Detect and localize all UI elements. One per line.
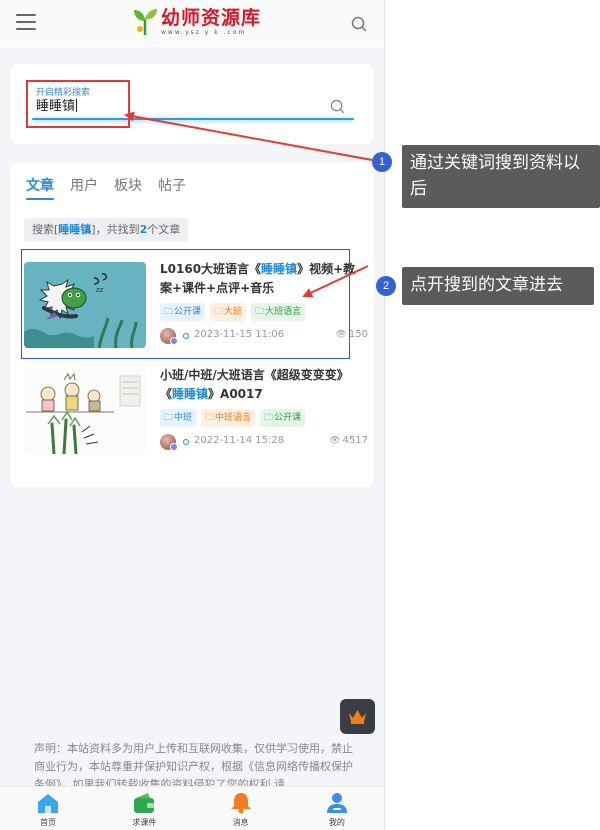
bottom-tab-bar: 首页 求课件 消息 我的 [0, 786, 384, 830]
article-thumbnail[interactable] [24, 368, 146, 454]
verified-badge-icon [170, 443, 178, 451]
tabbar-label: 消息 [232, 818, 249, 827]
top-header: 幼师资源库 www.ysz y k .com [0, 0, 384, 47]
folder-icon: 🗀 [205, 413, 215, 423]
tabbar-label: 我的 [328, 818, 345, 827]
folder-icon: 🗀 [164, 413, 174, 423]
article-meta: 2022-11-14 15:28 👁 4517 [160, 434, 368, 451]
tab-users[interactable]: 用户 [70, 176, 98, 200]
views-count: 4517 [342, 435, 368, 446]
logo-name: 幼师资源库 [161, 7, 262, 29]
tabbar-item-profile[interactable]: 我的 [289, 787, 384, 830]
eye-icon: 👁 [329, 436, 341, 446]
article-date: 2022-11-14 15:28 [194, 435, 285, 446]
result-tabs: 文章 用户 板块 帖子 [26, 176, 202, 200]
search-highlight-box [26, 80, 130, 128]
time-dot-icon [183, 439, 189, 445]
article-highlight-box [21, 249, 350, 359]
article-title[interactable]: 小班/中班/大班语言《超级变变变》《睡睡镇》A0017 [160, 366, 365, 404]
result-summary: 搜索[睡睡镇]，共找到2个文章 [24, 218, 189, 242]
tabbar-label: 求课件 [132, 818, 157, 827]
tab-articles[interactable]: 文章 [26, 176, 54, 200]
annotation-number: 2 [376, 276, 396, 296]
views-count: 150 [348, 329, 368, 340]
tag-label: 中班语言 [215, 413, 252, 423]
crown-icon [349, 710, 366, 724]
search-icon[interactable] [351, 16, 367, 32]
summary-keyword: 睡睡镇 [58, 223, 92, 236]
home-icon [38, 794, 59, 813]
tabbar-item-request[interactable]: 求课件 [96, 787, 192, 830]
tabbar-label: 首页 [40, 818, 57, 827]
tag[interactable]: 🗀中班 [160, 409, 197, 427]
article-tags: 🗀中班 🗀中班语言 🗀公开课 [160, 409, 310, 427]
tag-label: 中班 [174, 413, 193, 423]
mobile-viewport: 幼师资源库 www.ysz y k .com 开启精彩搜索 睡睡镇 文章 用户 … [0, 0, 385, 830]
sprout-logo-icon [134, 9, 157, 36]
article-title-text: 》A0017 [208, 387, 263, 401]
annotation-number: 1 [372, 152, 392, 172]
menu-icon[interactable] [16, 14, 36, 32]
user-icon [326, 793, 347, 813]
tabbar-item-home[interactable]: 首页 [0, 787, 96, 830]
folder-icon: 🗀 [264, 413, 274, 423]
annotation-callout: 点开搜到的文章进去 [402, 267, 594, 305]
search-card: 开启精彩搜索 睡睡镇 [10, 64, 374, 144]
bell-icon [230, 793, 251, 814]
tab-posts[interactable]: 帖子 [158, 176, 186, 200]
tag-label: 公开课 [274, 413, 302, 423]
article-title-keyword: 睡睡镇 [172, 387, 209, 401]
article-item[interactable]: 小班/中班/大班语言《超级变变变》《睡睡镇》A0017 🗀中班 🗀中班语言 🗀公… [24, 366, 368, 466]
wallet-icon [134, 793, 155, 813]
tabbar-item-messages[interactable]: 消息 [193, 787, 289, 830]
summary-prefix: 搜索[ [32, 223, 59, 236]
tag[interactable]: 🗀中班语言 [201, 409, 256, 427]
site-logo[interactable]: 幼师资源库 www.ysz y k .com [132, 7, 261, 41]
summary-middle: ]，共找到 [91, 223, 140, 236]
article-views: 👁 4517 [329, 435, 368, 446]
logo-url: www.ysz y k .com [161, 29, 247, 36]
vip-float-button[interactable] [340, 699, 375, 734]
tab-sections[interactable]: 板块 [114, 176, 142, 200]
search-submit-icon[interactable] [330, 99, 345, 114]
tag[interactable]: 🗀公开课 [260, 409, 306, 427]
summary-suffix: 个文章 [147, 223, 181, 236]
annotation-callout: 通过关键词搜到资料以后 [402, 145, 600, 208]
